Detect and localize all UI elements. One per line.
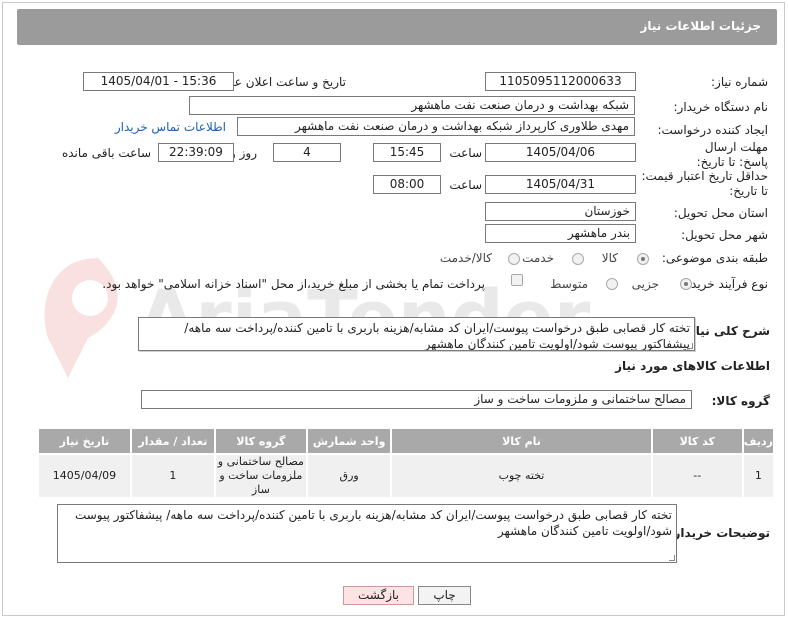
col-date: تاریخ نیاز: [39, 429, 130, 453]
need-number-label: شماره نیاز:: [711, 75, 768, 89]
requester-field[interactable]: مهدی طلاوری کارپرداز شبکه بهداشت و درمان…: [237, 117, 635, 136]
radio-medium[interactable]: [606, 278, 618, 290]
table-header-row: ردیف کد کالا نام کالا واحد شمارش گروه کا…: [39, 429, 773, 453]
cell-group: مصالح ساختمانی و ملزومات ساخت و ساز: [215, 455, 306, 497]
cell-name: تخته چوب: [392, 455, 651, 497]
treasury-note: پرداخت تمام یا بخشی از مبلغ خرید،از محل …: [102, 277, 485, 291]
watermark-logo: AriaTender.neT: [44, 258, 608, 378]
delivery-province-label: استان محل تحویل:: [673, 206, 768, 220]
remaining-days-field[interactable]: 4: [273, 143, 341, 162]
radio-goods-service-label: کالا/خدمت: [439, 251, 492, 265]
col-group: گروه کالا: [215, 429, 306, 453]
radio-minor[interactable]: [680, 278, 692, 290]
col-name: نام کالا: [392, 429, 651, 453]
back-button[interactable]: بازگشت: [343, 586, 414, 605]
buyer-notes-text: تخته کار قصابی طبق درخواست پیوست/ایران ک…: [74, 508, 672, 538]
remaining-time-label: ساعت باقی مانده: [61, 146, 151, 160]
radio-service[interactable]: [572, 253, 584, 265]
delivery-city-label: شهر محل تحویل:: [681, 228, 768, 242]
need-number-field[interactable]: 1105095112000633: [485, 72, 636, 91]
buyer-org-field[interactable]: شبکه بهداشت و درمان صنعت نفت ماهشهر: [189, 96, 635, 115]
goods-table: ردیف کد کالا نام کالا واحد شمارش گروه کا…: [37, 427, 775, 499]
buyer-org-label: نام دستگاه خریدار:: [673, 100, 769, 114]
treasury-checkbox[interactable]: [511, 274, 523, 286]
page-title: جزئیات اطلاعات نیاز: [640, 19, 761, 33]
reply-deadline-date[interactable]: 1405/04/06: [485, 143, 636, 162]
price-validity-label: حداقل تاریخ اعتبار قیمت: تا تاریخ:: [641, 169, 768, 198]
description-text: تخته کار قصابی طبق درخواست پیوست/ایران ک…: [184, 321, 690, 351]
col-row: ردیف: [743, 429, 773, 453]
reply-time-label: ساعت: [449, 146, 482, 160]
goods-group-field[interactable]: مصالح ساختمانی و ملزومات ساخت و ساز: [141, 390, 692, 409]
radio-goods-label: کالا: [601, 251, 618, 265]
radio-service-label: خدمت: [522, 251, 554, 265]
purchase-process-label: نوع فرآیند خرید :: [683, 277, 768, 291]
col-qty: تعداد / مقدار: [131, 429, 214, 453]
goods-group-label: گروه کالا:: [711, 394, 770, 408]
price-validity-date[interactable]: 1405/04/31: [485, 175, 636, 194]
cell-date: 1405/04/09: [39, 455, 130, 497]
announce-datetime-field[interactable]: 1405/04/01 - 15:36: [83, 72, 234, 91]
price-validity-time-label: ساعت: [449, 178, 482, 192]
delivery-province-field[interactable]: خوزستان: [485, 202, 636, 221]
goods-section-title: اطلاعات کالاهای مورد نیاز: [615, 359, 770, 373]
col-code: کد کالا: [652, 429, 742, 453]
radio-goods-service[interactable]: [508, 253, 520, 265]
table-row[interactable]: 1 -- تخته چوب ورق مصالح ساختمانی و ملزوم…: [39, 455, 773, 497]
buyer-notes-label: توضیحات خریدار:: [668, 526, 770, 540]
price-validity-time[interactable]: 08:00: [373, 175, 441, 194]
cell-row: 1: [743, 455, 773, 497]
description-textarea[interactable]: تخته کار قصابی طبق درخواست پیوست/ایران ک…: [138, 317, 695, 351]
days-label: روز و: [230, 146, 257, 160]
print-button[interactable]: چاپ: [418, 586, 471, 605]
buyer-contact-link[interactable]: اطلاعات تماس خریدار: [115, 120, 226, 134]
page-title-bar: جزئیات اطلاعات نیاز: [17, 9, 777, 45]
delivery-city-field[interactable]: بندر ماهشهر: [485, 224, 636, 243]
buyer-notes-textarea[interactable]: تخته کار قصابی طبق درخواست پیوست/ایران ک…: [57, 504, 677, 563]
requester-label: ایجاد کننده درخواست:: [657, 123, 768, 137]
description-label: شرح کلی نیاز:: [684, 324, 770, 338]
radio-goods[interactable]: [637, 253, 649, 265]
reply-deadline-label: مهلت ارسال پاسخ: تا تاریخ:: [696, 140, 768, 169]
page-frame: جزئیات اطلاعات نیاز AriaTender.neT شماره…: [2, 2, 785, 616]
resize-handle[interactable]: [669, 555, 675, 561]
reply-deadline-time[interactable]: 15:45: [373, 143, 441, 162]
remaining-time-field[interactable]: 22:39:09: [158, 143, 234, 162]
cell-code: --: [652, 455, 742, 497]
radio-medium-label: متوسط: [550, 277, 588, 291]
cell-qty: 1: [131, 455, 214, 497]
radio-minor-label: جزیی: [631, 277, 659, 291]
category-label: طبقه بندی موضوعی:: [661, 251, 768, 265]
cell-unit: ورق: [307, 455, 391, 497]
resize-handle[interactable]: [687, 343, 693, 349]
col-unit: واحد شمارش: [307, 429, 391, 453]
